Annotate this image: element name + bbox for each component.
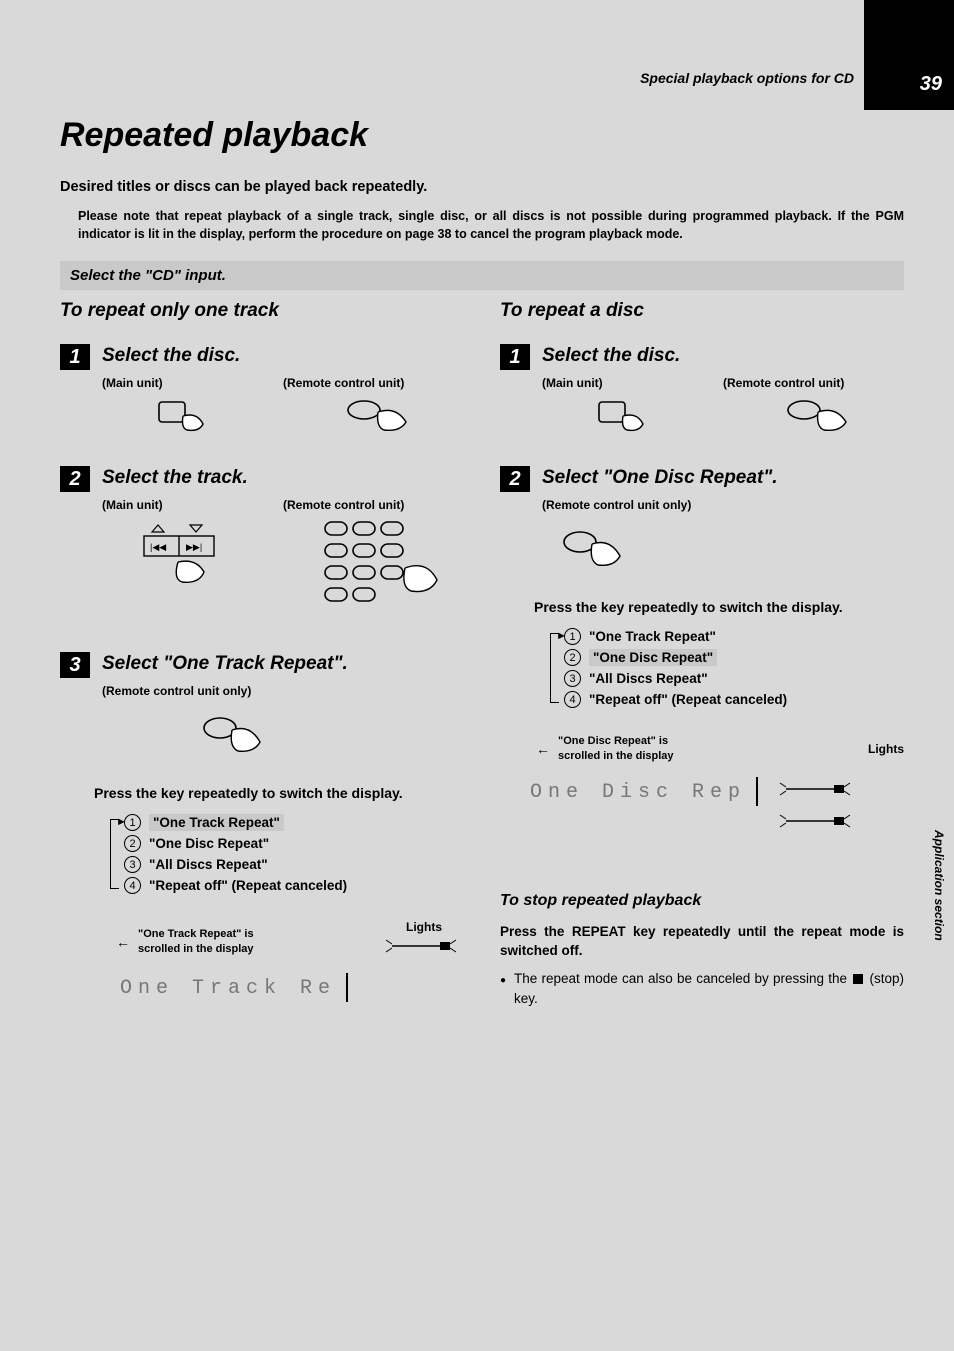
circled-2-icon: 2 xyxy=(564,649,581,666)
press-instruction: Press the key repeatedly to switch the d… xyxy=(60,783,464,804)
left-step-2-title: Select the track. xyxy=(102,467,248,489)
remote-only-label: (Remote control unit only) xyxy=(500,498,904,512)
remote-only-label: (Remote control unit only) xyxy=(60,684,464,698)
bracket-icon xyxy=(110,819,119,889)
step-number-icon: 1 xyxy=(60,344,90,370)
keypad-remote-icon xyxy=(303,518,464,618)
step-number-icon: 1 xyxy=(500,344,530,370)
circled-4-icon: 4 xyxy=(124,877,141,894)
page-content: Special playback options for CD Repeated… xyxy=(0,0,954,1049)
press-instruction: Press the key repeatedly to switch the d… xyxy=(500,597,904,618)
repeat-options-list: ► 1"One Track Repeat" 2"One Disc Repeat"… xyxy=(500,628,904,708)
left-step-1-title: Select the disc. xyxy=(102,345,240,367)
lights-label: Lights xyxy=(384,920,464,934)
bullet-icon: ● xyxy=(500,973,506,1010)
remote-unit-label: (Remote control unit) xyxy=(723,376,904,390)
intro-note: Please note that repeat playback of a si… xyxy=(60,207,904,243)
right-heading: To repeat a disc xyxy=(500,300,904,322)
option-4: "Repeat off" (Repeat canceled) xyxy=(589,692,787,707)
arrow-icon: ► xyxy=(116,816,127,828)
circled-4-icon: 4 xyxy=(564,691,581,708)
right-step-2-title: Select "One Disc Repeat". xyxy=(542,467,778,489)
left-arrow-icon: ← xyxy=(116,934,130,950)
option-2: "One Disc Repeat" xyxy=(589,649,717,666)
main-unit-label: (Main unit) xyxy=(542,376,723,390)
hand-press-remote-icon xyxy=(200,745,280,762)
step-number-icon: 3 xyxy=(60,652,90,678)
main-unit-label: (Main unit) xyxy=(102,498,283,512)
hand-press-remote-icon xyxy=(560,559,640,576)
svg-text:|◀◀: |◀◀ xyxy=(150,542,166,552)
right-step-1-title: Select the disc. xyxy=(542,345,680,367)
stop-heading: To stop repeated playback xyxy=(500,892,904,910)
left-step-1: 1 Select the disc. xyxy=(60,344,464,370)
right-step-2: 2 Select "One Disc Repeat". xyxy=(500,466,904,492)
scroll-note: "One Track Repeat" is scrolled in the di… xyxy=(138,927,254,956)
option-1: "One Track Repeat" xyxy=(149,814,284,831)
stop-square-icon xyxy=(853,974,863,984)
hand-press-remote-icon xyxy=(743,396,904,438)
arrow-icon: ► xyxy=(556,630,567,642)
main-unit-label: (Main unit) xyxy=(102,376,283,390)
option-4: "Repeat off" (Repeat canceled) xyxy=(149,878,347,893)
intro-summary: Desired titles or discs can be played ba… xyxy=(60,179,904,195)
hand-press-main-icon xyxy=(542,396,703,438)
side-section-tab: Application section xyxy=(932,830,946,941)
breadcrumb: Special playback options for CD xyxy=(60,70,854,86)
circled-3-icon: 3 xyxy=(124,856,141,873)
repeat-options-list: ► 1"One Track Repeat" 2"One Disc Repeat"… xyxy=(60,814,464,894)
option-3: "All Discs Repeat" xyxy=(149,857,268,872)
lights-label: Lights xyxy=(868,742,904,756)
circled-3-icon: 3 xyxy=(564,670,581,687)
left-step-2: 2 Select the track. xyxy=(60,466,464,492)
remote-unit-label: (Remote control unit) xyxy=(283,498,464,512)
right-step-1: 1 Select the disc. xyxy=(500,344,904,370)
bracket-icon xyxy=(550,633,559,703)
stop-instruction: Press the REPEAT key repeatedly until th… xyxy=(500,922,904,961)
svg-text:▶▶|: ▶▶| xyxy=(186,542,202,552)
left-heading: To repeat only one track xyxy=(60,300,464,322)
hand-press-main-icon xyxy=(102,396,263,438)
left-arrow-icon: ← xyxy=(536,741,550,757)
left-step-3-title: Select "One Track Repeat". xyxy=(102,653,348,675)
option-1: "One Track Repeat" xyxy=(589,629,716,644)
lcd-display: One Disc Rep xyxy=(530,777,758,806)
option-3: "All Discs Repeat" xyxy=(589,671,708,686)
step-number-icon: 2 xyxy=(60,466,90,492)
step-number-icon: 2 xyxy=(500,466,530,492)
skip-buttons-main-icon: |◀◀ ▶▶| xyxy=(102,518,263,618)
select-input-bar: Select the "CD" input. xyxy=(60,261,904,290)
hand-press-remote-icon xyxy=(303,396,464,438)
page-title: Repeated playback xyxy=(60,116,904,155)
indicator-light-icon xyxy=(384,934,464,958)
column-repeat-one-track: To repeat only one track 1 Select the di… xyxy=(60,300,464,1009)
page-number: 39 xyxy=(920,73,942,96)
stop-bullet: ● The repeat mode can also be canceled b… xyxy=(500,969,904,1010)
indicator-lights-icon xyxy=(778,777,868,842)
left-step-3: 3 Select "One Track Repeat". xyxy=(60,652,464,678)
option-2: "One Disc Repeat" xyxy=(149,836,269,851)
remote-unit-label: (Remote control unit) xyxy=(283,376,464,390)
scroll-note: "One Disc Repeat" is scrolled in the dis… xyxy=(558,734,674,763)
circled-2-icon: 2 xyxy=(124,835,141,852)
page-number-tab: 39 xyxy=(864,0,954,110)
lcd-display: One Track Re xyxy=(120,973,348,1002)
column-repeat-disc: To repeat a disc 1 Select the disc. (Mai… xyxy=(500,300,904,1009)
